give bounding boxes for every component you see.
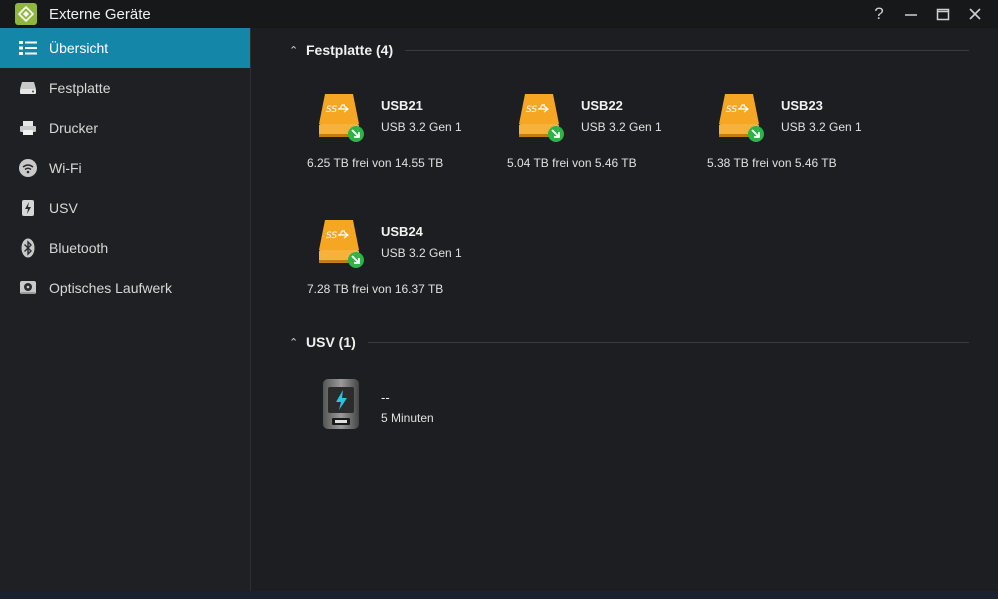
device-name: USB21 [381, 98, 423, 113]
section-header-disks[interactable]: ⌃ Festplatte (4) [289, 40, 969, 60]
svg-text:SS: SS [326, 231, 337, 241]
device-card-usb21[interactable]: SS USB21 USB 3.2 Gen 1 6.25 TB frei von … [307, 84, 497, 194]
title-bar: Externe Geräte ? [0, 0, 998, 28]
divider [405, 49, 969, 51]
harddisk-icon [18, 78, 38, 98]
sidebar-item-overview[interactable]: Übersicht [0, 28, 250, 68]
printer-icon [18, 118, 38, 138]
device-type: USB 3.2 Gen 1 [781, 120, 862, 134]
chevron-up-icon[interactable]: ⌃ [289, 336, 303, 349]
device-capacity: 5.38 TB frei von 5.46 TB [707, 156, 837, 170]
ups-device-icon [321, 376, 371, 430]
usb-disk-icon: SS [517, 90, 567, 144]
section-title: Festplatte (4) [306, 42, 394, 58]
sidebar-item-label: Übersicht [49, 40, 109, 56]
help-icon[interactable]: ? [870, 4, 888, 23]
device-card-usb23[interactable]: SS USB23 USB 3.2 Gen 1 5.38 TB frei von … [707, 84, 897, 194]
sidebar-item-label: Drucker [49, 120, 99, 136]
minimize-icon[interactable] [902, 5, 920, 23]
section-title: USV (1) [306, 334, 356, 350]
svg-text:SS: SS [726, 105, 737, 115]
sidebar-item-label: Optisches Laufwerk [49, 280, 172, 296]
maximize-icon[interactable] [934, 5, 952, 23]
sidebar-item-label: Bluetooth [49, 240, 109, 256]
overview-icon [18, 38, 38, 58]
device-type: USB 3.2 Gen 1 [581, 120, 662, 134]
main-content: ⌃ Festplatte (4) SS USB21 USB 3.2 Gen 1 … [251, 28, 998, 599]
sidebar-item-label: Festplatte [49, 80, 111, 96]
ups-icon [18, 198, 38, 218]
ups-runtime: 5 Minuten [381, 411, 434, 425]
svg-text:SS: SS [326, 105, 337, 115]
device-card-usb24[interactable]: SS USB24 USB 3.2 Gen 1 7.28 TB frei von … [307, 210, 497, 320]
sidebar-item-harddisk[interactable]: Festplatte [0, 68, 250, 108]
device-capacity: 5.04 TB frei von 5.46 TB [507, 156, 637, 170]
usb-disk-icon: SS [717, 90, 767, 144]
optical-drive-icon [18, 278, 38, 298]
wifi-icon [18, 158, 38, 178]
chevron-up-icon[interactable]: ⌃ [289, 44, 303, 57]
device-name: USB23 [781, 98, 823, 113]
device-card-usb22[interactable]: SS USB22 USB 3.2 Gen 1 5.04 TB frei von … [507, 84, 697, 194]
sidebar-item-label: Wi-Fi [49, 160, 82, 176]
usb-disk-icon: SS [317, 90, 367, 144]
svg-text:SS: SS [526, 105, 537, 115]
bluetooth-icon [18, 238, 38, 258]
taskbar-edge [0, 591, 998, 599]
sidebar-item-optical-drive[interactable]: Optisches Laufwerk [0, 268, 250, 308]
sidebar-item-ups[interactable]: USV [0, 188, 250, 228]
window-title: Externe Geräte [49, 5, 151, 23]
section-header-ups[interactable]: ⌃ USV (1) [289, 332, 969, 352]
device-name: -- [381, 390, 390, 405]
device-card-ups[interactable]: -- 5 Minuten [307, 372, 497, 482]
divider [367, 341, 969, 343]
sidebar: Übersicht Festplatte Drucker Wi-Fi USV B… [0, 28, 251, 599]
sidebar-item-bluetooth[interactable]: Bluetooth [0, 228, 250, 268]
device-capacity: 6.25 TB frei von 14.55 TB [307, 156, 444, 170]
sidebar-item-printer[interactable]: Drucker [0, 108, 250, 148]
close-icon[interactable] [966, 5, 984, 23]
app-logo-icon [15, 3, 37, 25]
device-name: USB24 [381, 224, 423, 239]
device-capacity: 7.28 TB frei von 16.37 TB [307, 282, 444, 296]
sidebar-item-label: USV [49, 200, 78, 216]
device-type: USB 3.2 Gen 1 [381, 246, 462, 260]
sidebar-item-wifi[interactable]: Wi-Fi [0, 148, 250, 188]
usb-disk-icon: SS [317, 216, 367, 270]
device-type: USB 3.2 Gen 1 [381, 120, 462, 134]
device-name: USB22 [581, 98, 623, 113]
